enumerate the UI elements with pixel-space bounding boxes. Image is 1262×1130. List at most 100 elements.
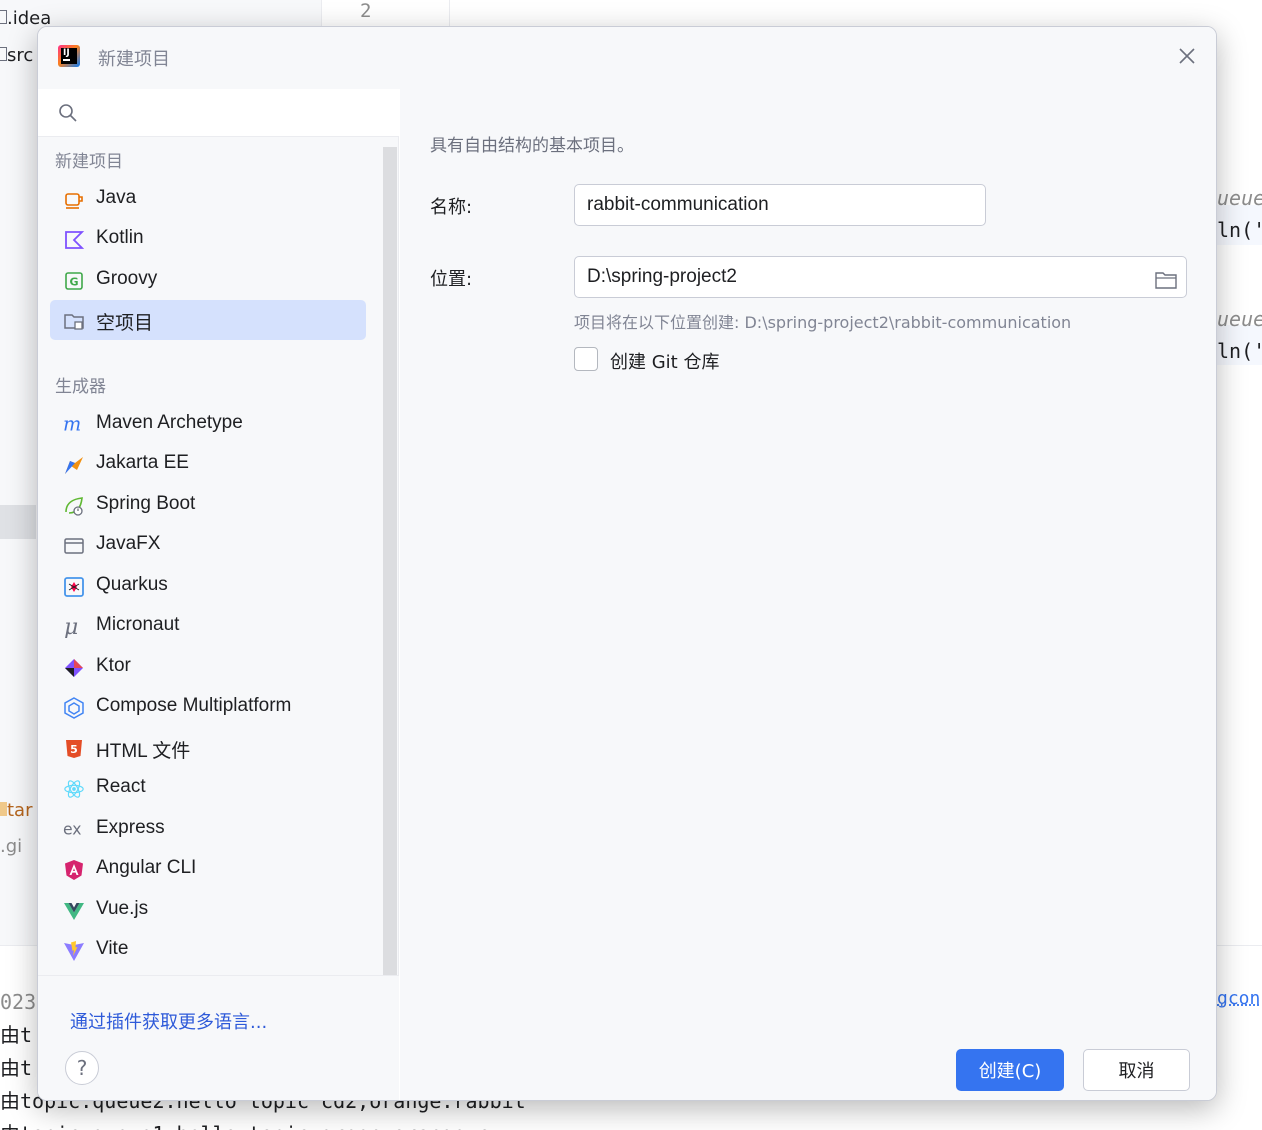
list-item-label: JavaFX: [96, 533, 161, 554]
folder-icon: [0, 47, 7, 61]
list-item-label: Compose Multiplatform: [96, 695, 292, 716]
section-new-project: 新建项目: [55, 152, 123, 172]
list-item-label: Jakarta EE: [96, 452, 189, 473]
kotlin-icon: [63, 229, 85, 251]
svg-text:ex: ex: [63, 821, 82, 839]
console-line: 由t: [0, 1056, 33, 1080]
list-item-quarkus[interactable]: Quarkus: [50, 566, 366, 606]
tree-selection: [0, 505, 36, 539]
list-item-groovy[interactable]: G Groovy: [50, 260, 366, 300]
empty-project-icon: [63, 310, 85, 332]
list-item-angular-cli[interactable]: Angular CLI: [50, 849, 366, 889]
close-button[interactable]: [1172, 41, 1202, 71]
code-fragment: ln(': [1217, 218, 1262, 242]
list-item-label: Maven Archetype: [96, 412, 243, 433]
list-item-label: Ktor: [96, 655, 131, 676]
svg-text:m: m: [63, 414, 81, 436]
line-number: 2: [360, 0, 372, 22]
javafx-icon: [63, 535, 85, 557]
vite-icon: [63, 940, 85, 962]
list-item-kotlin[interactable]: Kotlin: [50, 219, 366, 259]
create-git-repo-label[interactable]: 创建 Git 仓库: [610, 348, 719, 374]
list-item-vuejs[interactable]: Vue.js: [50, 890, 366, 930]
html-icon: 5: [63, 738, 85, 760]
dialog-title: 新建项目: [98, 49, 170, 70]
close-icon: [1179, 48, 1195, 64]
list-item-express[interactable]: ex Express: [50, 809, 366, 849]
get-more-languages-link[interactable]: 通过插件获取更多语言...: [70, 1008, 267, 1034]
ktor-icon: [63, 657, 85, 679]
intellij-logo-icon: IJ: [58, 45, 80, 67]
angular-icon: [63, 859, 85, 881]
folder-icon: [0, 10, 7, 24]
dialog-titlebar: IJ 新建项目: [38, 27, 1216, 89]
list-item-jakarta-ee[interactable]: Jakarta EE: [50, 444, 366, 484]
folder-icon: [1155, 272, 1177, 289]
list-item-vite[interactable]: Vite: [50, 930, 366, 970]
project-type-panel: 新建项目 Java Kotlin G Groovy 空项目 生成器 m Mave…: [38, 89, 399, 1100]
list-item-label: Spring Boot: [96, 493, 196, 514]
list-item-react[interactable]: React: [50, 768, 366, 808]
list-item-java[interactable]: Java: [50, 179, 366, 219]
compose-icon: [63, 697, 85, 719]
list-item-label: Kotlin: [96, 227, 144, 248]
list-item-javafx[interactable]: JavaFX: [50, 525, 366, 565]
list-item-spring-boot[interactable]: Spring Boot: [50, 485, 366, 525]
list-item-empty-project[interactable]: 空项目: [50, 300, 366, 340]
location-label: 位置:: [430, 269, 473, 290]
list-item-label: 空项目: [96, 313, 154, 334]
express-icon: ex: [63, 819, 85, 841]
help-button[interactable]: ?: [65, 1051, 99, 1085]
jakarta-icon: [63, 454, 85, 476]
tree-item-git[interactable]: .gi: [0, 836, 22, 857]
list-item-label: Quarkus: [96, 574, 168, 595]
list-item-micronaut[interactable]: μ Micronaut: [50, 606, 366, 646]
vue-icon: [63, 900, 85, 922]
react-icon: [63, 778, 85, 800]
project-location-field[interactable]: [574, 256, 1187, 298]
console-line: 由topic.queue1:hello topic green orange c: [0, 1118, 490, 1130]
left-footer: 通过插件获取更多语言... ?: [38, 975, 399, 1100]
name-label: 名称:: [430, 197, 473, 218]
java-icon: [63, 189, 85, 211]
project-settings-panel: 具有自由结构的基本项目。 名称: 位置: 项目将在以下位置创建: D:\spri…: [400, 89, 1216, 1100]
list-item-ktor[interactable]: Ktor: [50, 647, 366, 687]
folder-icon: [0, 802, 7, 816]
list-item-html-file[interactable]: 5 HTML 文件: [50, 728, 366, 768]
help-icon: ?: [76, 1056, 88, 1080]
list-scrollbar[interactable]: [383, 147, 397, 977]
svg-text:G: G: [69, 276, 78, 289]
list-item-label: Vue.js: [96, 898, 149, 919]
list-item-label: Vite: [96, 938, 129, 959]
project-type-description: 具有自由结构的基本项目。: [430, 136, 634, 156]
location-hint: 项目将在以下位置创建: D:\spring-project2\rabbit-co…: [574, 313, 1072, 332]
create-button[interactable]: 创建(C): [956, 1049, 1064, 1091]
console-link[interactable]: gcon: [1217, 988, 1260, 1009]
groovy-icon: G: [63, 270, 85, 292]
micronaut-icon: μ: [63, 616, 85, 638]
list-item-label: HTML 文件: [96, 741, 191, 762]
project-name-field[interactable]: [574, 184, 986, 226]
search-bar: [38, 89, 399, 137]
svg-text:5: 5: [70, 743, 78, 756]
new-project-dialog: IJ 新建项目 新建项目 Java Kotlin G Groovy 空项目 生成…: [37, 26, 1217, 1101]
tree-item-src[interactable]: src: [0, 45, 33, 66]
browse-folder-button[interactable]: [1153, 267, 1179, 293]
search-input[interactable]: [88, 97, 388, 129]
code-fragment: ueue,: [1217, 186, 1262, 210]
spring-icon: [63, 495, 85, 517]
list-item-maven-archetype[interactable]: m Maven Archetype: [50, 404, 366, 444]
cancel-button[interactable]: 取消: [1083, 1049, 1190, 1091]
code-fragment: ueue,: [1217, 307, 1262, 331]
code-fragment: ln(': [1217, 339, 1262, 363]
list-item-compose-multiplatform[interactable]: Compose Multiplatform: [50, 687, 366, 727]
maven-icon: m: [63, 414, 85, 436]
list-item-label: Express: [96, 817, 165, 838]
list-item-label: Java: [96, 187, 137, 208]
list-item-label: Groovy: [96, 268, 158, 289]
tree-item-target[interactable]: tar: [0, 800, 33, 821]
create-git-repo-checkbox[interactable]: [574, 347, 598, 371]
console-line: 由t: [0, 1023, 33, 1047]
project-type-list: 新建项目 Java Kotlin G Groovy 空项目 生成器 m Mave…: [38, 137, 383, 975]
list-item-label: Micronaut: [96, 614, 180, 635]
